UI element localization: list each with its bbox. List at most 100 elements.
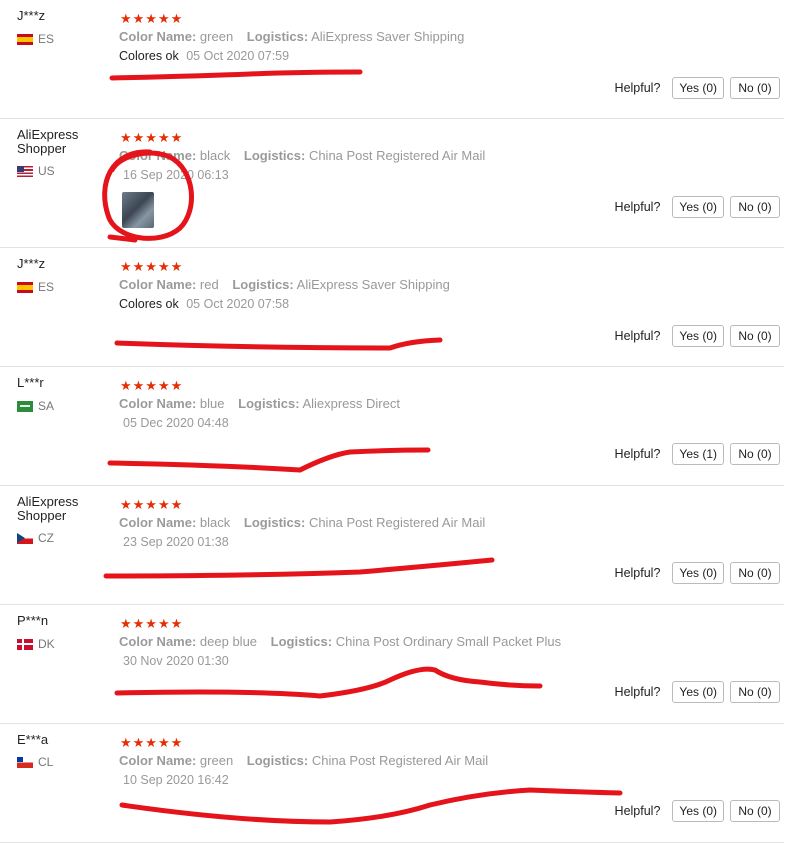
reviewer-country: CL	[17, 755, 53, 769]
review-item: AliExpress Shopper US ★★★★★ Color Name: …	[0, 119, 784, 248]
reviewer-name: J***z	[17, 256, 46, 271]
helpful-yes-button[interactable]: Yes (0)	[672, 681, 724, 703]
helpful-no-button[interactable]: No (0)	[730, 443, 780, 465]
reviewer-name: L***r	[17, 375, 44, 390]
review-date: 05 Oct 2020 07:58	[186, 297, 290, 311]
helpful-no-button[interactable]: No (0)	[730, 562, 780, 584]
country-code: DK	[38, 637, 55, 651]
logistics-label: Logistics:	[243, 148, 306, 163]
star-rating: ★★★★★	[120, 497, 184, 512]
review-date: 10 Sep 2020 16:42	[123, 773, 229, 787]
color-name-label: Color Name:	[119, 29, 197, 44]
country-code: ES	[38, 280, 55, 294]
review-attributes: Color Name: green Logistics: China Post …	[119, 753, 488, 768]
review-text-row: 30 Nov 2020 01:30	[119, 654, 229, 668]
helpful-yes-button[interactable]: Yes (0)	[672, 800, 724, 822]
country-code: ES	[38, 32, 55, 46]
review-date: 05 Oct 2020 07:59	[186, 49, 290, 63]
helpful-label: Helpful?	[614, 200, 661, 214]
review-item: AliExpress Shopper CZ ★★★★★ Color Name: …	[0, 486, 784, 605]
helpful-controls: Helpful? Yes (0) No (0)	[615, 196, 780, 218]
helpful-controls: Helpful? Yes (0) No (0)	[615, 800, 780, 822]
country-code: SA	[38, 399, 55, 413]
country-code: US	[38, 164, 55, 178]
chile-flag-icon	[17, 756, 33, 768]
helpful-no-button[interactable]: No (0)	[730, 800, 780, 822]
reviewer-name: E***a	[17, 732, 49, 747]
star-rating: ★★★★★	[120, 735, 184, 750]
logistics-value: Aliexpress Direct	[302, 396, 400, 411]
review-text-row: 23 Sep 2020 01:38	[119, 535, 229, 549]
reviewer-country: SA	[17, 399, 54, 413]
reviewer-country: DK	[17, 637, 55, 651]
reviewer-name: J***z	[17, 8, 46, 23]
color-name-label: Color Name:	[119, 396, 197, 411]
review-attributes: Color Name: deep blue Logistics: China P…	[119, 634, 561, 649]
helpful-no-button[interactable]: No (0)	[730, 681, 780, 703]
review-item: E***a CL ★★★★★ Color Name: green Logisti…	[0, 724, 784, 843]
helpful-controls: Helpful? Yes (0) No (0)	[615, 681, 780, 703]
review-text-row: Colores ok 05 Oct 2020 07:58	[119, 297, 289, 311]
color-value: black	[199, 515, 231, 530]
helpful-yes-button[interactable]: Yes (0)	[672, 325, 724, 347]
color-value: green	[199, 753, 234, 768]
review-date: 23 Sep 2020 01:38	[123, 535, 229, 549]
review-attributes: Color Name: black Logistics: China Post …	[119, 148, 485, 163]
review-text-row: Colores ok 05 Oct 2020 07:59	[119, 49, 289, 63]
review-attributes: Color Name: blue Logistics: Aliexpress D…	[119, 396, 400, 411]
review-item: L***r SA ★★★★★ Color Name: blue Logistic…	[0, 367, 784, 486]
color-value: black	[199, 148, 231, 163]
helpful-no-button[interactable]: No (0)	[730, 77, 780, 99]
helpful-controls: Helpful? Yes (0) No (0)	[615, 325, 780, 347]
helpful-yes-button[interactable]: Yes (0)	[672, 562, 724, 584]
color-name-label: Color Name:	[119, 277, 197, 292]
reviewer-country: ES	[17, 280, 54, 294]
helpful-label: Helpful?	[614, 685, 661, 699]
logistics-label: Logistics:	[246, 753, 309, 768]
helpful-controls: Helpful? Yes (0) No (0)	[615, 562, 780, 584]
color-name-label: Color Name:	[119, 148, 197, 163]
star-rating: ★★★★★	[120, 616, 184, 631]
review-attributes: Color Name: red Logistics: AliExpress Sa…	[119, 277, 450, 292]
star-rating: ★★★★★	[120, 259, 184, 274]
helpful-yes-button[interactable]: Yes (0)	[672, 77, 724, 99]
star-rating: ★★★★★	[120, 378, 184, 393]
helpful-no-button[interactable]: No (0)	[730, 325, 780, 347]
helpful-controls: Helpful? Yes (0) No (0)	[615, 77, 780, 99]
logistics-value: China Post Registered Air Mail	[308, 148, 486, 163]
country-code: CL	[38, 755, 54, 769]
helpful-controls: Helpful? Yes (1) No (0)	[615, 443, 780, 465]
review-photo-thumbnail[interactable]	[122, 192, 154, 228]
helpful-label: Helpful?	[614, 804, 661, 818]
logistics-value: China Post Registered Air Mail	[308, 515, 486, 530]
review-text: Colores ok	[119, 297, 179, 311]
reviewer-name: AliExpress Shopper	[17, 494, 79, 523]
logistics-label: Logistics:	[246, 29, 309, 44]
helpful-yes-button[interactable]: Yes (1)	[672, 443, 724, 465]
color-value: blue	[199, 396, 225, 411]
review-text: Colores ok	[119, 49, 179, 63]
color-name-label: Color Name:	[119, 634, 197, 649]
reviewer-country: US	[17, 164, 55, 178]
reviewer-name: P***n	[17, 613, 49, 628]
helpful-label: Helpful?	[614, 566, 661, 580]
helpful-no-button[interactable]: No (0)	[730, 196, 780, 218]
logistics-label: Logistics:	[270, 634, 333, 649]
logistics-label: Logistics:	[238, 396, 300, 411]
review-date: 16 Sep 2020 06:13	[123, 168, 229, 182]
color-value: red	[199, 277, 219, 292]
logistics-label: Logistics:	[232, 277, 294, 292]
review-text-row: 10 Sep 2020 16:42	[119, 773, 229, 787]
review-attributes: Color Name: green Logistics: AliExpress …	[119, 29, 464, 44]
review-item: P***n DK ★★★★★ Color Name: deep blue Log…	[0, 605, 784, 724]
czech-flag-icon	[17, 532, 33, 544]
helpful-yes-button[interactable]: Yes (0)	[672, 196, 724, 218]
logistics-value: AliExpress Saver Shipping	[296, 277, 450, 292]
logistics-label: Logistics:	[243, 515, 306, 530]
logistics-value: China Post Ordinary Small Packet Plus	[335, 634, 562, 649]
logistics-value: China Post Registered Air Mail	[311, 753, 489, 768]
logistics-value: AliExpress Saver Shipping	[311, 29, 465, 44]
star-rating: ★★★★★	[120, 130, 184, 145]
denmark-flag-icon	[17, 638, 33, 650]
helpful-label: Helpful?	[614, 81, 661, 95]
